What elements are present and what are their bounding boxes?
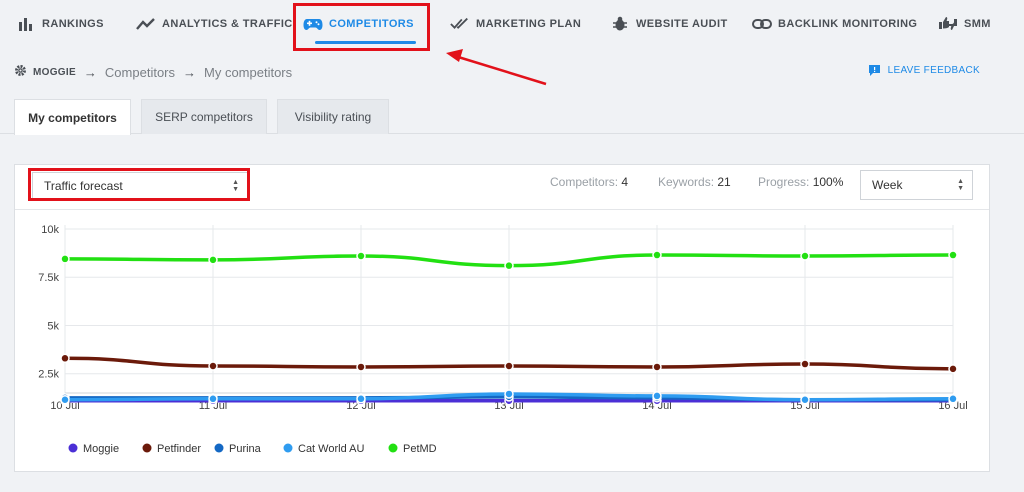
legend-marker <box>388 443 398 453</box>
data-point <box>356 251 366 261</box>
nav-website-audit-label: WEBSITE AUDIT <box>636 18 728 30</box>
data-point <box>60 254 70 264</box>
legend-label: Moggie <box>83 443 119 455</box>
y-tick-label: 5k <box>47 320 59 332</box>
y-tick-label: 7.5k <box>38 272 59 284</box>
tab-serp-competitors-label: SERP competitors <box>155 110 253 124</box>
data-point <box>208 361 218 371</box>
breadcrumb-my-competitors: My competitors <box>204 64 293 80</box>
y-tick-label: 2.5k <box>38 369 59 381</box>
bar-chart-icon <box>16 14 36 34</box>
double-check-icon <box>450 14 470 34</box>
nav-analytics-traffic[interactable]: ANALYTICS & TRAFFIC <box>136 0 293 48</box>
tab-visibility-rating[interactable]: Visibility rating <box>277 99 389 134</box>
data-point <box>60 353 70 364</box>
link-icon <box>752 14 772 34</box>
feedback-icon <box>868 64 881 77</box>
data-point <box>800 359 810 369</box>
tab-my-competitors[interactable]: My competitors <box>14 99 131 135</box>
bug-icon <box>610 14 630 34</box>
nav-backlink-monitoring[interactable]: BACKLINK MONITORING <box>752 0 917 48</box>
legend-marker <box>214 443 224 453</box>
annotation-arrow <box>446 49 547 86</box>
leave-feedback-link[interactable]: LEAVE FEEDBACK <box>868 64 980 77</box>
data-point <box>948 250 958 260</box>
data-point <box>652 391 662 401</box>
arrow-right-icon: → <box>183 64 196 80</box>
nav-marketing-plan-label: MARKETING PLAN <box>476 18 582 30</box>
breadcrumb-competitors[interactable]: Competitors <box>105 65 175 80</box>
data-point <box>504 361 514 371</box>
nav-rankings[interactable]: RANKINGS <box>16 0 104 48</box>
data-point <box>504 389 514 399</box>
data-point <box>504 260 514 271</box>
nav-website-audit[interactable]: WEBSITE AUDIT <box>610 0 728 48</box>
breadcrumb: MOGGIE → Competitors → My competitors <box>14 60 292 84</box>
traffic-chart: 2.5k5k7.5k10k10 Jul 11 Jul 12 Jul 13 Jul 14 … <box>38 224 967 455</box>
legend-label: Purina <box>229 443 262 455</box>
legend-label: Petfinder <box>157 443 201 455</box>
tab-my-competitors-label: My competitors <box>28 110 117 125</box>
arrow-right-icon: → <box>83 64 97 80</box>
highlight-box-competitors <box>293 3 430 51</box>
data-point <box>800 395 810 405</box>
breadcrumb-project[interactable]: MOGGIE <box>33 67 76 78</box>
tab-serp-competitors[interactable]: SERP competitors <box>141 99 267 134</box>
data-point <box>948 394 958 404</box>
data-point <box>652 250 662 260</box>
legend-label: Cat World AU <box>298 443 364 455</box>
tab-visibility-rating-label: Visibility rating <box>294 110 372 124</box>
nav-analytics-traffic-label: ANALYTICS & TRAFFIC <box>162 18 293 30</box>
nav-smm[interactable]: SMM <box>938 0 991 48</box>
data-point <box>356 362 366 372</box>
nav-rankings-label: RANKINGS <box>42 18 104 30</box>
data-point <box>800 251 810 261</box>
gear-icon[interactable] <box>14 64 27 80</box>
data-point <box>60 395 70 405</box>
trend-line-icon <box>136 14 156 34</box>
legend-marker <box>68 443 78 453</box>
chart-panel: Traffic forecast ▲ ▼ Competitors: 4 Keywo… <box>14 164 990 472</box>
highlight-box-metric-select <box>28 168 250 201</box>
data-point <box>652 362 662 372</box>
data-point <box>208 255 218 265</box>
nav-backlink-monitoring-label: BACKLINK MONITORING <box>778 18 918 30</box>
legend-marker <box>142 443 152 453</box>
data-point <box>356 394 366 404</box>
leave-feedback-label: LEAVE FEEDBACK <box>887 65 980 76</box>
nav-smm-label: SMM <box>964 18 991 30</box>
legend-label: PetMD <box>403 443 437 455</box>
data-point <box>208 394 218 404</box>
thumbs-icon <box>938 14 958 34</box>
y-tick-label: 10k <box>41 224 59 236</box>
data-point <box>948 364 958 374</box>
legend-marker <box>283 443 293 453</box>
